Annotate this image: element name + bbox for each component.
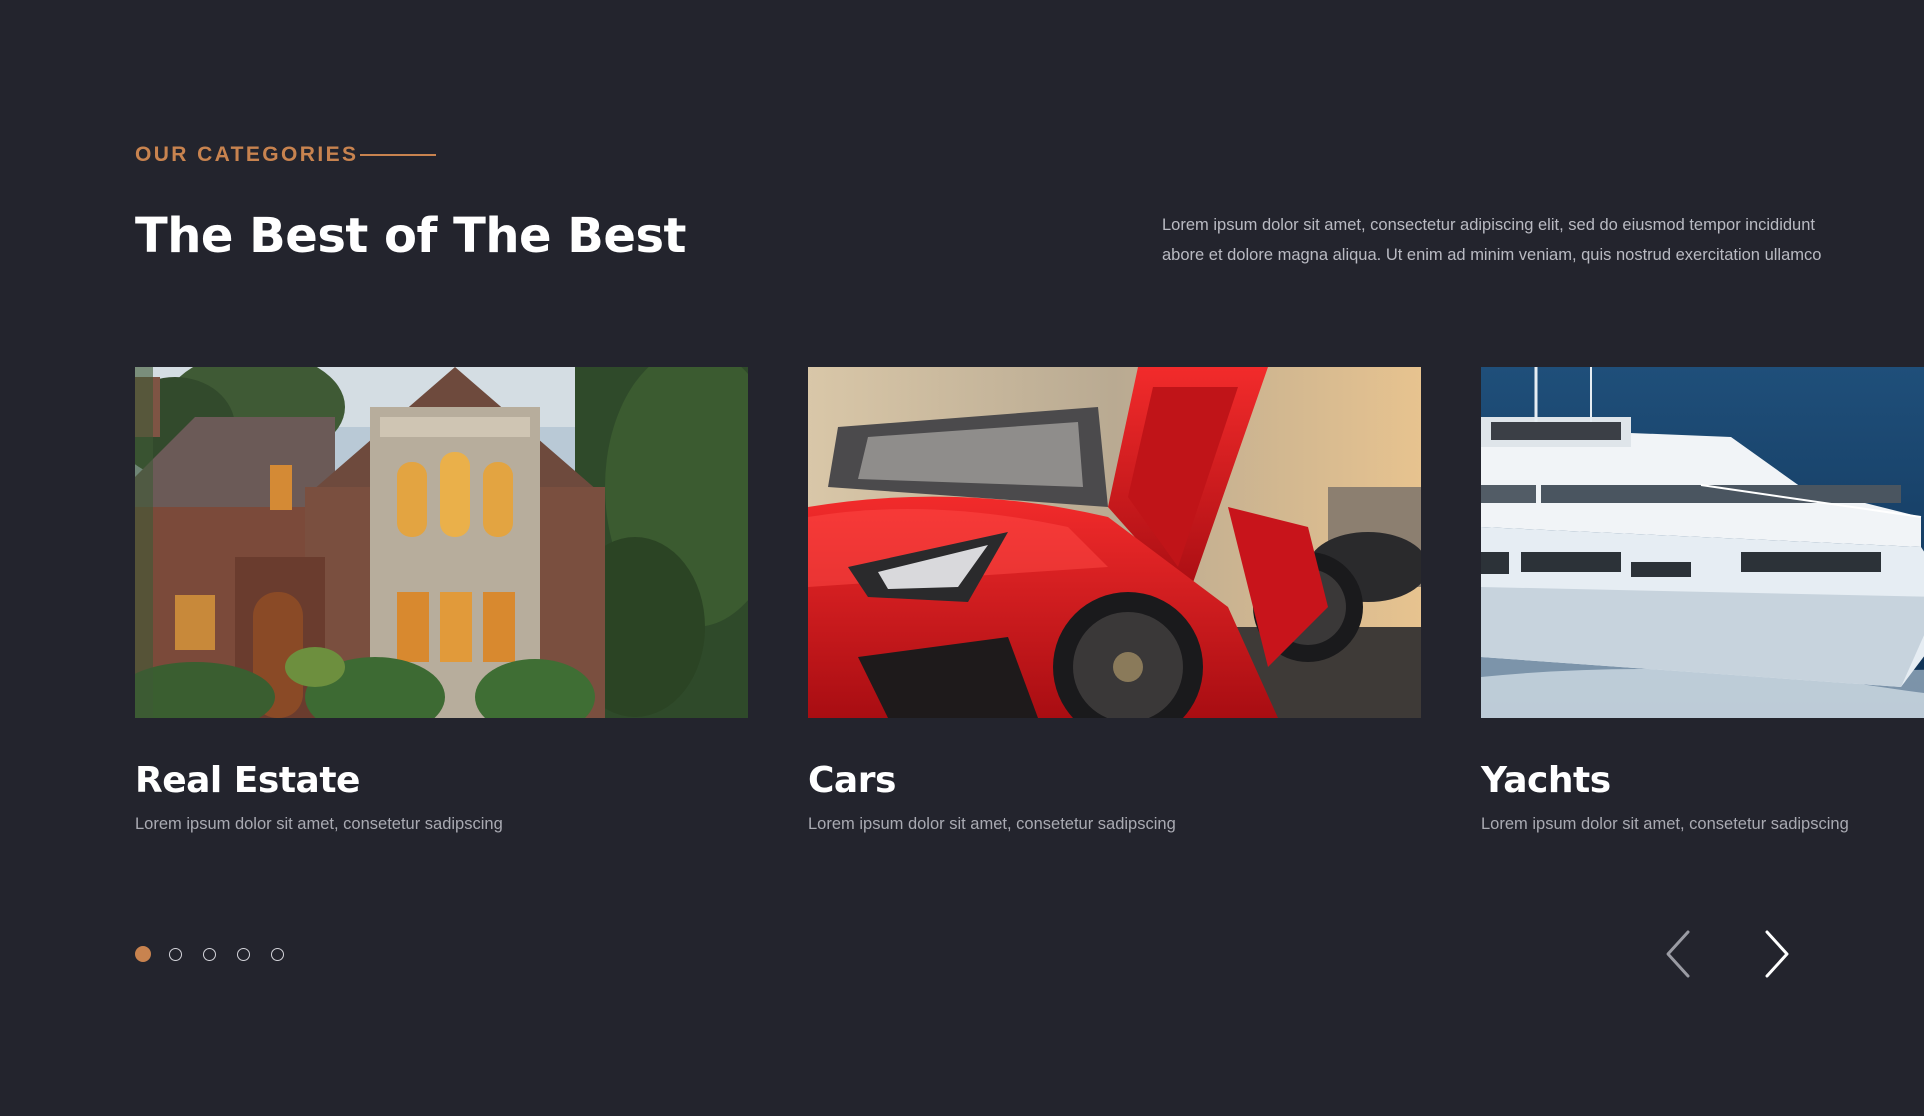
eyebrow-label: OUR CATEGORIES (135, 143, 359, 166)
card-description: Lorem ipsum dolor sit amet, consetetur s… (808, 815, 1176, 833)
section-eyebrow: OUR CATEGORIES (135, 143, 437, 167)
sports-car-photo[interactable] (808, 367, 1421, 718)
category-card-real-estate[interactable]: Real Estate Lorem ipsum dolor sit amet, … (135, 367, 748, 834)
eyebrow-divider (360, 154, 437, 156)
pagination-dot-2[interactable] (169, 947, 182, 961)
pagination-dot-3[interactable] (203, 947, 216, 961)
section-intro: Lorem ipsum dolor sit amet, consectetur … (1162, 210, 1842, 270)
chevron-right-icon (1765, 930, 1789, 978)
section-title: The Best of The Best (135, 208, 686, 264)
chevron-left-icon (1666, 930, 1690, 978)
category-card-yachts[interactable]: Yachts Lorem ipsum dolor sit amet, conse… (1481, 367, 1924, 834)
yacht-photo[interactable] (1481, 367, 1924, 718)
card-description: Lorem ipsum dolor sit amet, consetetur s… (1481, 815, 1849, 833)
pagination-dot-4[interactable] (237, 947, 250, 961)
pagination-dot-5[interactable] (271, 947, 284, 961)
carousel-pagination (135, 946, 305, 962)
card-description: Lorem ipsum dolor sit amet, consetetur s… (135, 815, 503, 833)
card-title[interactable]: Real Estate (135, 760, 748, 801)
intro-line-2: abore et dolore magna aliqua. Ut enim ad… (1162, 246, 1822, 264)
categories-section: OUR CATEGORIES The Best of The Best Lore… (0, 0, 1924, 1116)
category-card-cars[interactable]: Cars Lorem ipsum dolor sit amet, consete… (808, 367, 1421, 834)
intro-line-1: Lorem ipsum dolor sit amet, consectetur … (1162, 216, 1815, 234)
carousel-next-button[interactable] (1755, 928, 1795, 980)
house-photo[interactable] (135, 367, 748, 718)
pagination-dot-1[interactable] (135, 946, 151, 962)
card-title[interactable]: Cars (808, 760, 1421, 801)
card-title[interactable]: Yachts (1481, 760, 1924, 801)
carousel-prev-button[interactable] (1660, 928, 1700, 980)
